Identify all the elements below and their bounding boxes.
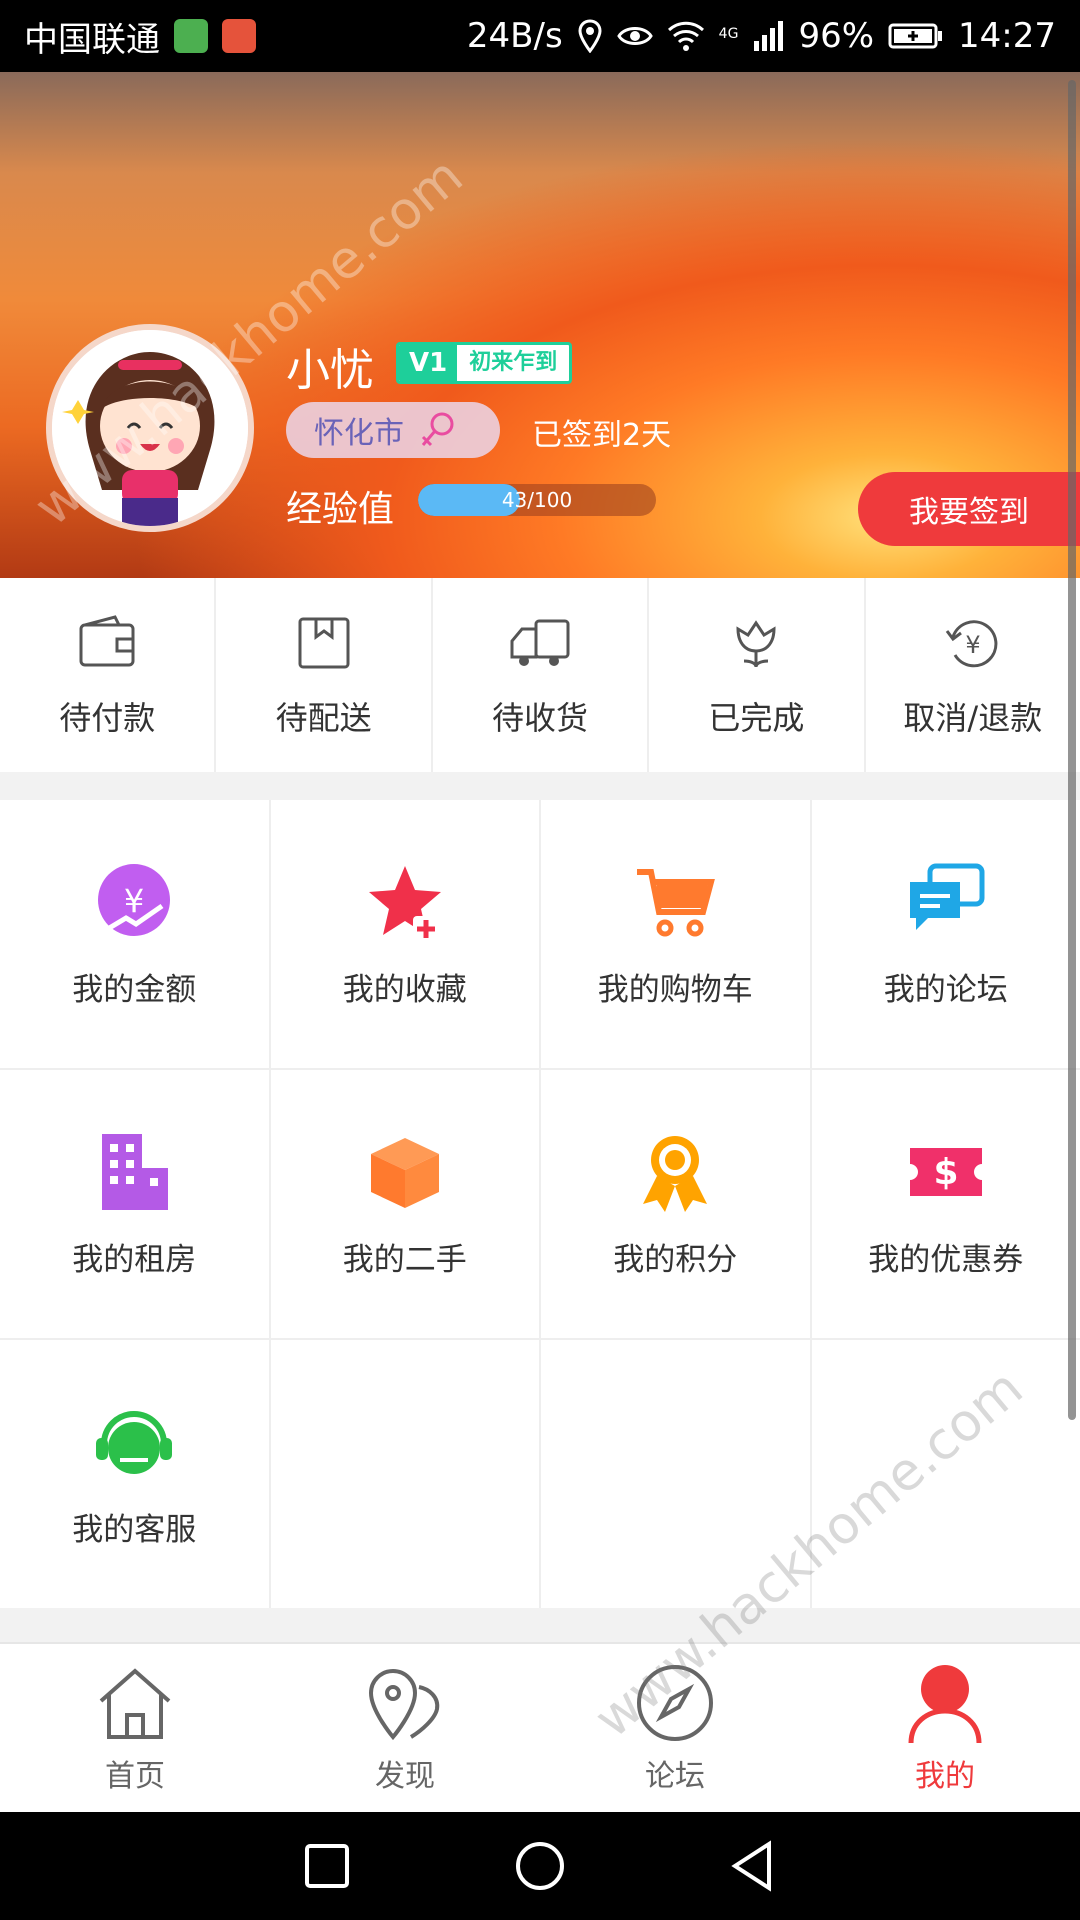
tab-home[interactable]: 首页 bbox=[0, 1644, 270, 1812]
chat-icon bbox=[909, 863, 985, 930]
grid-label: 我的二手 bbox=[342, 1241, 467, 1278]
wallet-icon bbox=[79, 615, 135, 667]
order-pending-payment[interactable]: 待付款 bbox=[0, 578, 217, 772]
grid-label: 我的优惠券 bbox=[868, 1241, 1024, 1278]
level-badge: V1 初来乍到 bbox=[396, 342, 573, 384]
grid-label: 我的租房 bbox=[72, 1241, 197, 1278]
grid-my-points[interactable]: 我的积分 bbox=[541, 1070, 810, 1338]
tab-label: 我的 bbox=[915, 1759, 975, 1794]
money-icon: ¥ bbox=[98, 863, 171, 936]
signed-days: 已签到2天 bbox=[532, 418, 672, 453]
bottom-tab-bar: 首页 发现 论坛 我的 www.hackhome.com bbox=[0, 1358, 1080, 1812]
order-completed[interactable]: 已完成 bbox=[649, 578, 866, 772]
order-label: 待收货 bbox=[492, 699, 589, 737]
box-icon bbox=[370, 1137, 439, 1208]
female-icon bbox=[421, 412, 454, 447]
grid-label: 我的金额 bbox=[72, 971, 197, 1008]
battery-percent: 96% bbox=[798, 16, 875, 56]
refund-icon: ¥ bbox=[945, 620, 998, 668]
app-screen: 中国联通 24B/s 4G 96% 14:27 小忧 V1 初来乍到 怀化市 已… bbox=[0, 0, 1080, 1920]
home-button-icon[interactable] bbox=[510, 1836, 570, 1896]
order-label: 待付款 bbox=[59, 699, 156, 737]
signal-icon bbox=[754, 21, 784, 51]
building-icon bbox=[102, 1133, 169, 1210]
tab-discover[interactable]: 发现 bbox=[270, 1644, 540, 1812]
medal-icon bbox=[643, 1135, 708, 1212]
exp-progress-bar: 43/100 bbox=[418, 484, 656, 516]
carrier-text: 中国联通 bbox=[24, 19, 160, 60]
home-icon bbox=[99, 1668, 171, 1739]
grid-my-service[interactable]: 我的客服 bbox=[0, 1340, 269, 1608]
grid-empty bbox=[270, 1340, 539, 1608]
exp-label: 经验值 bbox=[286, 489, 395, 530]
grid-my-cart[interactable]: 我的购物车 bbox=[541, 800, 810, 1068]
grid-my-secondhand[interactable]: 我的二手 bbox=[270, 1070, 539, 1338]
tab-mine[interactable]: 我的 bbox=[810, 1644, 1080, 1812]
star-add-icon bbox=[368, 865, 441, 942]
grid-my-balance[interactable]: ¥ 我的金额 bbox=[0, 800, 269, 1068]
grid-my-coupons[interactable]: $ 我的优惠券 bbox=[811, 1070, 1080, 1338]
grid-label: 我的购物车 bbox=[597, 971, 753, 1008]
location-icon bbox=[578, 19, 602, 53]
network-type: 4G bbox=[718, 26, 739, 42]
scrollbar[interactable] bbox=[1068, 80, 1076, 1420]
tab-label: 首页 bbox=[105, 1759, 165, 1794]
compass-icon bbox=[637, 1665, 713, 1741]
avatar[interactable] bbox=[46, 324, 254, 532]
svg-text:¥: ¥ bbox=[965, 631, 980, 659]
eye-icon bbox=[616, 27, 653, 45]
grid-my-rental[interactable]: 我的租房 bbox=[0, 1070, 269, 1338]
package-icon bbox=[298, 617, 350, 669]
network-speed: 24B/s bbox=[466, 16, 563, 56]
clock-time: 14:27 bbox=[958, 16, 1056, 56]
user-icon bbox=[908, 1665, 982, 1744]
app-notification-icon bbox=[222, 19, 256, 53]
grid-my-forum[interactable]: 我的论坛 bbox=[811, 800, 1080, 1068]
status-right: 24B/s 4G 96% 14:27 bbox=[467, 16, 1056, 56]
grid-empty bbox=[811, 1340, 1080, 1608]
order-label: 待配送 bbox=[275, 699, 372, 737]
function-grid: ¥ 我的金额 我的收藏 我的购物车 我的论坛 我的租房 我的二手 我的积分 $ bbox=[0, 800, 1080, 1608]
map-pin-icon bbox=[368, 1669, 440, 1741]
level-value: V1 bbox=[399, 345, 458, 381]
checkin-button[interactable]: 我要签到 bbox=[858, 472, 1080, 546]
svg-text:$: $ bbox=[933, 1152, 958, 1193]
level-title: 初来乍到 bbox=[469, 350, 558, 375]
system-nav-bar bbox=[0, 1812, 1080, 1920]
status-bar: 中国联通 24B/s 4G 96% 14:27 bbox=[0, 0, 1080, 72]
flower-icon bbox=[736, 620, 776, 668]
exp-progress-text: 43/100 bbox=[501, 488, 573, 512]
cartoon-girl-avatar-icon bbox=[52, 330, 248, 526]
order-label: 已完成 bbox=[708, 699, 805, 737]
battery-icon bbox=[888, 23, 943, 49]
order-pending-receipt[interactable]: 待收货 bbox=[433, 578, 650, 772]
grid-label: 我的积分 bbox=[613, 1241, 738, 1278]
svg-text:¥: ¥ bbox=[124, 882, 144, 920]
grid-my-favorites[interactable]: 我的收藏 bbox=[270, 800, 539, 1068]
status-left: 中国联通 bbox=[24, 12, 256, 61]
grid-label: 我的论坛 bbox=[883, 971, 1008, 1008]
order-pending-delivery[interactable]: 待配送 bbox=[216, 578, 433, 772]
grid-label: 我的客服 bbox=[72, 1511, 197, 1548]
wifi-icon bbox=[667, 21, 704, 51]
order-status-row: 待付款 待配送 待收货 已完成 ¥ 取消/退款 bbox=[0, 578, 1080, 772]
recents-icon[interactable] bbox=[297, 1836, 357, 1896]
headset-icon bbox=[96, 1410, 173, 1474]
order-label: 取消/退款 bbox=[903, 699, 1043, 737]
city-pill[interactable]: 怀化市 bbox=[286, 402, 500, 458]
order-refund[interactable]: ¥ 取消/退款 bbox=[866, 578, 1080, 772]
truck-icon bbox=[510, 619, 570, 666]
city-text: 怀化市 bbox=[314, 416, 404, 451]
grid-empty bbox=[541, 1340, 810, 1608]
profile-header: 小忧 V1 初来乍到 怀化市 已签到2天 经验值 43/100 我要签到 www… bbox=[0, 72, 1080, 578]
cart-icon bbox=[637, 868, 716, 936]
tab-label: 论坛 bbox=[645, 1759, 705, 1794]
tab-label: 发现 bbox=[375, 1759, 435, 1794]
username: 小忧 bbox=[286, 345, 374, 396]
back-icon[interactable] bbox=[723, 1836, 783, 1896]
grid-label: 我的收藏 bbox=[342, 971, 467, 1008]
wechat-notification-icon bbox=[174, 19, 208, 53]
coupon-icon: $ bbox=[909, 1147, 982, 1196]
tab-forum[interactable]: 论坛 bbox=[540, 1644, 810, 1812]
